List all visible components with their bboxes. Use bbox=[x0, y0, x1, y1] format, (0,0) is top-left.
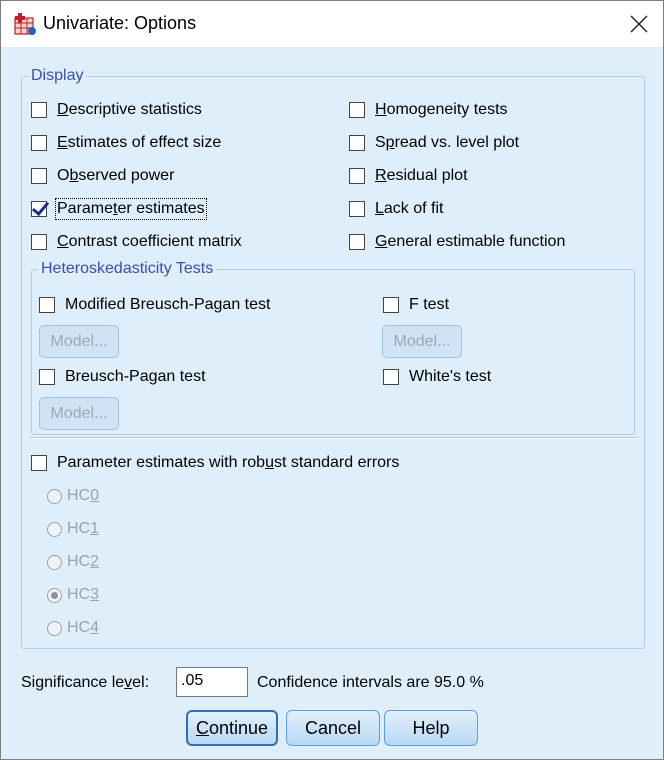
hc1-radio[interactable]: HC1 bbox=[47, 520, 99, 538]
dialog-body: Display Descriptive statistics Estimates… bbox=[1, 47, 663, 759]
f-test-checkbox[interactable]: F test bbox=[383, 296, 449, 314]
modified-breusch-pagan-checkbox[interactable]: Modified Breusch-Pagan test bbox=[39, 296, 270, 314]
general-estimable-function-checkbox[interactable]: General estimable function bbox=[349, 233, 565, 251]
bp-model-button[interactable]: Model... bbox=[39, 397, 119, 430]
radio-dot[interactable] bbox=[47, 554, 62, 570]
radio-dot[interactable] bbox=[47, 488, 62, 504]
checkbox-box[interactable] bbox=[39, 297, 55, 313]
lack-of-fit-checkbox[interactable]: Lack of fit bbox=[349, 200, 443, 218]
hc2-radio[interactable]: HC2 bbox=[47, 553, 99, 571]
breusch-pagan-checkbox[interactable]: Breusch-Pagan test bbox=[39, 368, 206, 386]
window-title: Univariate: Options bbox=[43, 13, 197, 33]
descriptive-statistics-checkbox[interactable]: Descriptive statistics bbox=[31, 101, 202, 119]
checkbox-box[interactable] bbox=[31, 102, 47, 118]
residual-plot-checkbox[interactable]: Residual plot bbox=[349, 167, 468, 185]
separator bbox=[29, 437, 637, 439]
radio-dot[interactable] bbox=[47, 620, 62, 636]
continue-button[interactable]: Continue bbox=[186, 710, 278, 746]
heteroskedasticity-group: Heteroskedasticity Tests bbox=[31, 261, 635, 435]
display-legend: Display bbox=[31, 67, 84, 84]
contrast-coefficient-checkbox[interactable]: Contrast coefficient matrix bbox=[31, 233, 242, 251]
significance-level-input[interactable]: .05 bbox=[176, 667, 248, 697]
observed-power-checkbox[interactable]: Observed power bbox=[31, 167, 174, 185]
modified-bp-model-button[interactable]: Model... bbox=[39, 325, 119, 358]
checkbox-box[interactable] bbox=[39, 369, 55, 385]
hc3-radio[interactable]: HC3 bbox=[47, 586, 99, 604]
checkbox-box[interactable] bbox=[349, 201, 365, 217]
checkbox-box[interactable] bbox=[31, 135, 47, 151]
significance-label: Significance level: bbox=[21, 674, 150, 691]
homogeneity-tests-checkbox[interactable]: Homogeneity tests bbox=[349, 101, 508, 119]
effect-size-checkbox[interactable]: Estimates of effect size bbox=[31, 134, 221, 152]
checkbox-box[interactable] bbox=[349, 168, 365, 184]
checkbox-box[interactable] bbox=[383, 369, 399, 385]
dialog-window: Univariate: Options Display Descriptive … bbox=[0, 0, 664, 760]
cancel-button[interactable]: Cancel bbox=[286, 710, 380, 746]
radio-dot[interactable] bbox=[47, 521, 62, 537]
checkbox-box[interactable] bbox=[31, 168, 47, 184]
spread-level-plot-checkbox[interactable]: Spread vs. level plot bbox=[349, 134, 519, 152]
help-button[interactable]: Help bbox=[384, 710, 478, 746]
confidence-interval-text: Confidence intervals are 95.0 % bbox=[257, 674, 484, 691]
checkbox-box-checked[interactable] bbox=[31, 201, 47, 217]
whites-test-checkbox[interactable]: White's test bbox=[383, 368, 491, 386]
checkbox-box[interactable] bbox=[31, 455, 47, 471]
f-test-model-button[interactable]: Model... bbox=[382, 325, 462, 358]
title-bar: Univariate: Options bbox=[1, 1, 663, 47]
heteroskedasticity-legend: Heteroskedasticity Tests bbox=[41, 260, 214, 277]
checkbox-box[interactable] bbox=[349, 135, 365, 151]
close-button[interactable] bbox=[617, 7, 661, 41]
checkbox-box[interactable] bbox=[31, 234, 47, 250]
robust-standard-errors-checkbox[interactable]: Parameter estimates with robust standard… bbox=[31, 454, 399, 472]
checkbox-box[interactable] bbox=[349, 234, 365, 250]
checkbox-box[interactable] bbox=[349, 102, 365, 118]
parameter-estimates-checkbox[interactable]: Parameter estimates bbox=[31, 198, 207, 220]
radio-dot-selected[interactable] bbox=[47, 587, 62, 603]
close-icon bbox=[630, 15, 648, 33]
hc4-radio[interactable]: HC4 bbox=[47, 619, 99, 637]
spss-app-icon bbox=[13, 12, 37, 36]
checkbox-box[interactable] bbox=[383, 297, 399, 313]
hc0-radio[interactable]: HC0 bbox=[47, 487, 99, 505]
